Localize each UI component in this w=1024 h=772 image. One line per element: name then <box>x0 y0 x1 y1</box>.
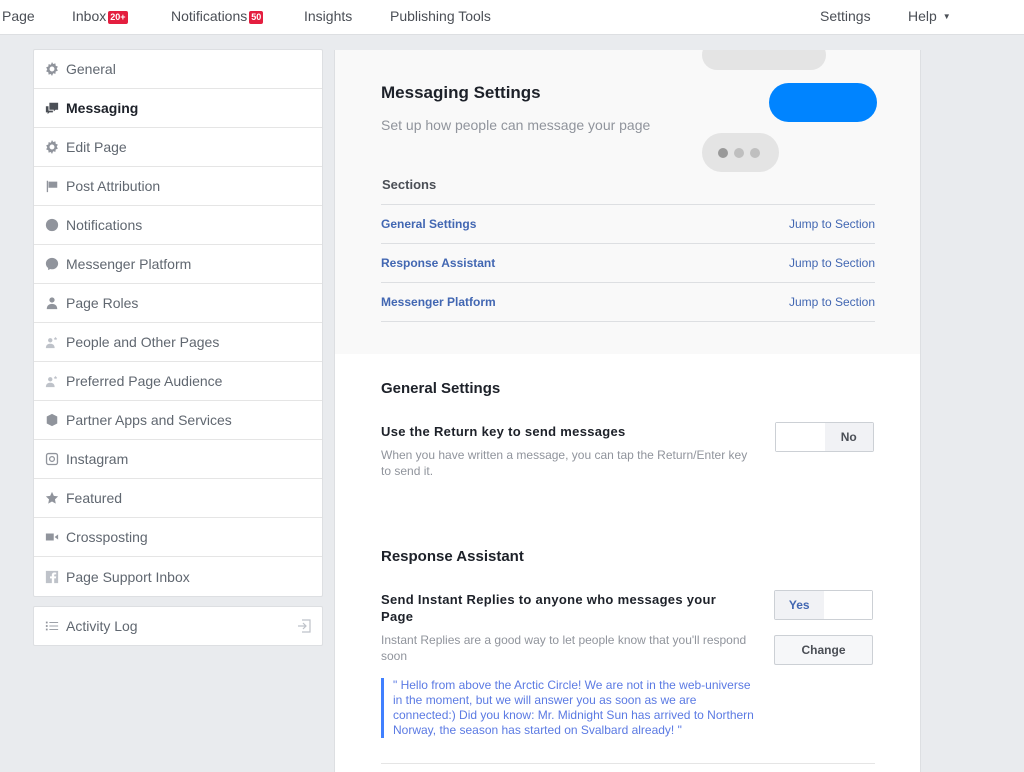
typing-dot <box>750 148 760 158</box>
sidebar-item-label: Page Support Inbox <box>66 568 190 585</box>
typing-indicator-illustration <box>702 133 779 172</box>
chat-bubble-illustration <box>702 50 826 70</box>
nav-notifications-label: Notifications <box>171 8 248 24</box>
section-link-response-assistant[interactable]: Response Assistant <box>381 256 495 270</box>
nav-notifications[interactable]: Notifications 50 <box>171 8 264 24</box>
activity-log-link[interactable]: Activity Log <box>33 606 323 646</box>
sidebar-item-notifications[interactable]: Notifications <box>34 206 322 245</box>
gear-icon <box>44 139 60 155</box>
chat-bubble-sent-illustration <box>769 83 877 122</box>
page-subtitle: Set up how people can message your page <box>381 117 651 133</box>
messenger-icon <box>44 256 60 272</box>
sidebar-item-people-and-other-pages[interactable]: People and Other Pages <box>34 323 322 362</box>
instant-replies-setting-title: Send Instant Replies to anyone who messa… <box>381 592 717 624</box>
sidebar-item-featured[interactable]: Featured <box>34 479 322 518</box>
instant-reply-message: " Hello from above the Arctic Circle! We… <box>381 678 756 738</box>
inbox-badge: 20+ <box>108 11 128 24</box>
person-star-icon <box>44 373 60 389</box>
star-icon <box>44 490 60 506</box>
jump-to-section-link[interactable]: Jump to Section <box>789 295 875 309</box>
sidebar-item-partner-apps[interactable]: Partner Apps and Services <box>34 401 322 440</box>
jump-to-section-link[interactable]: Jump to Section <box>789 256 875 270</box>
nav-inbox-label: Inbox <box>72 8 107 24</box>
sidebar-item-crossposting[interactable]: Crossposting <box>34 518 322 557</box>
instant-replies-toggle[interactable]: Yes <box>774 590 873 620</box>
toggle-off-side[interactable] <box>776 423 825 451</box>
nav-page[interactable]: Page <box>2 8 35 24</box>
sidebar-item-label: General <box>66 61 116 77</box>
sidebar-item-instagram[interactable]: Instagram <box>34 440 322 479</box>
sidebar-item-label: Messenger Platform <box>66 256 192 272</box>
sidebar-item-label: People and Other Pages <box>66 334 220 350</box>
sidebar-item-post-attribution[interactable]: Post Attribution <box>34 167 322 206</box>
sidebar-item-label: Notifications <box>66 217 143 233</box>
jump-to-section-link[interactable]: Jump to Section <box>789 217 875 231</box>
instant-replies-setting-description: Instant Replies are a good way to let pe… <box>381 633 747 663</box>
sidebar-item-label: Edit Page <box>66 139 127 155</box>
return-key-toggle[interactable]: No <box>775 422 874 452</box>
section-row: Response Assistant Jump to Section <box>381 244 875 283</box>
typing-dot <box>734 148 744 158</box>
open-icon <box>296 618 312 637</box>
main-panel: Messaging Settings Set up how people can… <box>334 50 921 772</box>
sections-list: General Settings Jump to Section Respons… <box>381 204 875 322</box>
facebook-icon <box>44 569 60 585</box>
sidebar-item-label: Featured <box>66 490 123 506</box>
top-nav: Page Inbox 20+ Notifications 50 Insights P… <box>0 0 1024 35</box>
sidebar-item-page-support-inbox[interactable]: Page Support Inbox <box>34 557 322 596</box>
sidebar-item-label: Preferred Page Audience <box>66 373 223 389</box>
messaging-icon <box>44 100 60 116</box>
section-row: General Settings Jump to Section <box>381 205 875 244</box>
nav-insights[interactable]: Insights <box>304 8 352 24</box>
sidebar-item-label: Post Attribution <box>66 178 161 194</box>
flag-icon <box>44 178 60 194</box>
person-star-icon <box>44 334 60 350</box>
sidebar-item-label: Crossposting <box>66 529 148 545</box>
notifications-badge: 50 <box>249 11 264 24</box>
return-key-setting-description: When you have written a message, you can… <box>381 448 748 478</box>
typing-dot <box>718 148 728 158</box>
settings-sidebar: General Messaging Edit Page Post Attribu… <box>33 49 323 597</box>
sidebar-item-label: Messaging <box>66 100 139 116</box>
section-link-messenger-platform[interactable]: Messenger Platform <box>381 295 496 309</box>
divider <box>381 763 875 764</box>
list-icon <box>44 618 60 634</box>
nav-publishing-tools[interactable]: Publishing Tools <box>390 8 491 24</box>
sidebar-item-messaging[interactable]: Messaging <box>34 89 322 128</box>
toggle-value-yes[interactable]: Yes <box>775 591 824 619</box>
sidebar-item-preferred-page-audience[interactable]: Preferred Page Audience <box>34 362 322 401</box>
response-assistant-heading: Response Assistant <box>381 548 524 565</box>
cube-icon <box>44 412 60 428</box>
messaging-hero: Messaging Settings Set up how people can… <box>335 50 920 354</box>
nav-inbox[interactable]: Inbox 20+ <box>72 8 128 24</box>
video-camera-icon <box>44 529 60 545</box>
sidebar-item-messenger-platform[interactable]: Messenger Platform <box>34 245 322 284</box>
sections-heading: Sections <box>382 177 437 192</box>
sidebar-item-label: Partner Apps and Services <box>66 412 232 428</box>
caret-down-icon: ▼ <box>942 12 951 21</box>
section-row: Messenger Platform Jump to Section <box>381 283 875 322</box>
gear-icon <box>44 61 60 77</box>
activity-log-label: Activity Log <box>66 618 138 634</box>
instagram-icon <box>44 451 60 467</box>
sidebar-item-general[interactable]: General <box>34 50 322 89</box>
sidebar-item-label: Instagram <box>66 451 129 467</box>
return-key-setting-title: Use the Return key to send messages <box>381 424 626 439</box>
person-icon <box>44 295 60 311</box>
sidebar-item-edit-page[interactable]: Edit Page <box>34 128 322 167</box>
nav-help-label: Help <box>908 8 937 24</box>
general-settings-heading: General Settings <box>381 380 501 397</box>
change-instant-reply-button[interactable]: Change <box>774 635 873 665</box>
globe-icon <box>44 217 60 233</box>
section-link-general-settings[interactable]: General Settings <box>381 217 476 231</box>
toggle-off-side[interactable] <box>823 591 872 619</box>
sidebar-item-label: Page Roles <box>66 295 139 311</box>
sidebar-item-page-roles[interactable]: Page Roles <box>34 284 322 323</box>
page-title: Messaging Settings <box>381 83 541 102</box>
nav-help[interactable]: Help ▼ <box>908 8 951 24</box>
nav-settings[interactable]: Settings <box>820 8 871 24</box>
toggle-value-no[interactable]: No <box>824 423 873 451</box>
